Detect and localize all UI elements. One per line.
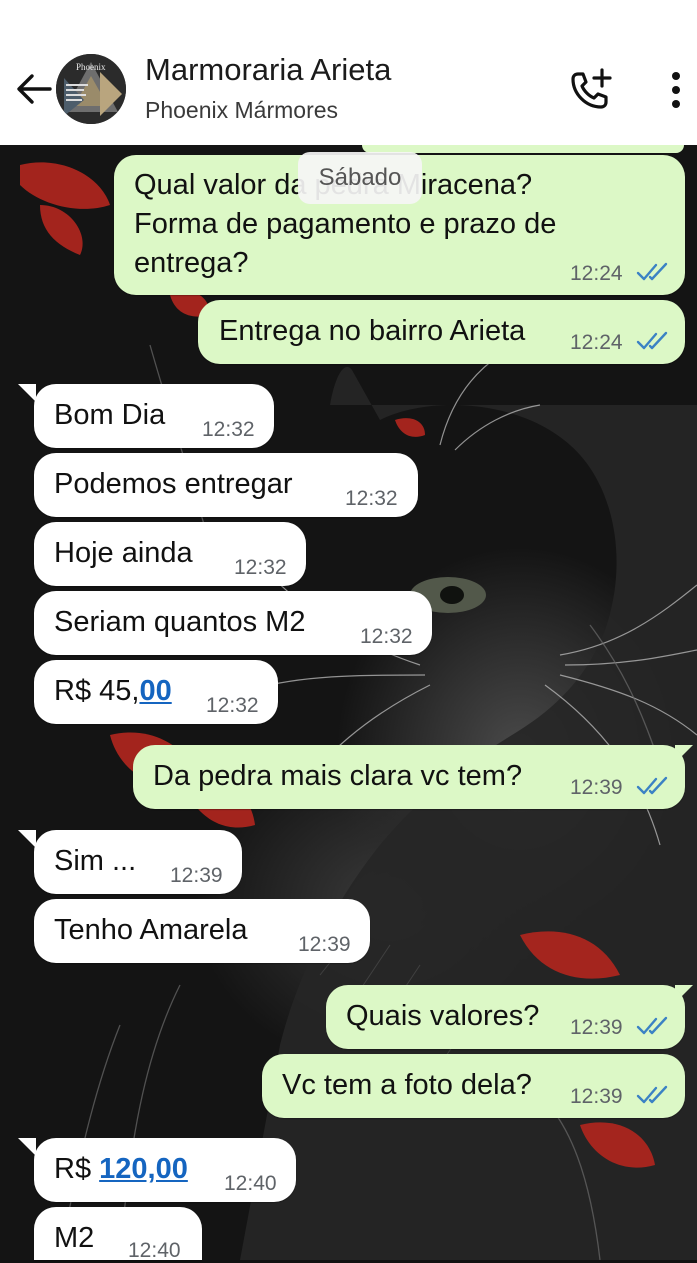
contact-subtitle[interactable]: Phoenix Mármores <box>145 97 338 124</box>
date-separator: Sábado <box>298 152 422 204</box>
chat-header: Phoenix Marmoraria Arieta Phoenix Mármor… <box>0 0 697 145</box>
message-text: Bom Dia <box>54 399 166 431</box>
message-text: R$ 120,00 <box>54 1150 188 1188</box>
phoenix-logo: Phoenix <box>56 54 126 124</box>
message-text: M2 <box>54 1222 95 1254</box>
message-time: 12:24 <box>570 331 623 354</box>
price-prefix: R$ <box>54 1153 100 1185</box>
bubble-tail <box>18 830 36 848</box>
message-text: Sim ... <box>54 845 137 877</box>
message-text: Hoje ainda <box>54 537 193 569</box>
message-time: 12:39 <box>170 864 223 887</box>
message-incoming[interactable]: Podemos entregar 12:32 <box>34 453 418 517</box>
message-incoming[interactable]: Bom Dia 12:32 <box>34 384 274 448</box>
message-time: 12:39 <box>298 933 351 956</box>
message-incoming[interactable]: R$ 120,00 12:40 <box>34 1138 296 1202</box>
more-vertical-icon <box>672 72 680 108</box>
message-outgoing[interactable]: Quais valores? 12:39 <box>326 985 685 1049</box>
message-text: Vc tem a foto dela? <box>282 1069 532 1101</box>
message-text: Podemos entregar <box>54 468 293 500</box>
message-time: 12:39 <box>570 776 623 799</box>
message-text: entrega? <box>134 247 249 279</box>
message-time: 12:32 <box>206 694 259 717</box>
price-prefix: R$ 45, <box>54 675 140 707</box>
message-incoming[interactable]: M2 12:40 <box>34 1207 202 1262</box>
message-time: 12:32 <box>234 556 287 579</box>
double-check-icon <box>636 262 668 281</box>
double-check-icon <box>636 776 668 795</box>
contact-avatar[interactable]: Phoenix <box>56 54 126 124</box>
message-time: 12:24 <box>570 262 623 285</box>
message-text: Seriam quantos M2 <box>54 606 306 638</box>
message-incoming[interactable]: Sim ... 12:39 <box>34 830 242 894</box>
bubble-tail <box>18 384 36 402</box>
message-outgoing[interactable]: Entrega no bairro Arieta 12:24 <box>198 300 685 364</box>
message-text: Tenho Amarela <box>54 914 248 946</box>
double-check-icon <box>636 331 668 350</box>
message-text: Quais valores? <box>346 1000 540 1032</box>
add-call-icon <box>571 68 612 109</box>
message-time: 12:40 <box>224 1172 277 1195</box>
message-time: 12:40 <box>128 1239 181 1262</box>
double-check-icon <box>636 1016 668 1035</box>
contact-name[interactable]: Marmoraria Arieta <box>145 52 391 88</box>
message-incoming[interactable]: Seriam quantos M2 12:32 <box>34 591 432 655</box>
message-outgoing[interactable]: Vc tem a foto dela? 12:39 <box>262 1054 685 1118</box>
back-button[interactable] <box>12 68 56 112</box>
message-text: Entrega no bairro Arieta <box>219 315 526 347</box>
message-incoming[interactable]: Hoje ainda 12:32 <box>34 522 306 586</box>
add-call-button[interactable] <box>566 66 614 114</box>
more-options-button[interactable] <box>658 66 694 114</box>
message-time: 12:32 <box>202 418 255 441</box>
arrow-left-icon <box>17 74 52 104</box>
message-text: Da pedra mais clara vc tem? <box>153 760 523 792</box>
message-incoming[interactable]: Tenho Amarela 12:39 <box>34 899 370 963</box>
avatar-label: Phoenix <box>76 62 106 72</box>
phone-link[interactable]: 120,00 <box>99 1153 188 1185</box>
phone-link[interactable]: 00 <box>139 675 171 707</box>
double-check-icon <box>636 1085 668 1104</box>
message-time: 12:39 <box>570 1016 623 1039</box>
message-time: 12:32 <box>345 487 398 510</box>
message-text: R$ 45,00 <box>54 672 172 710</box>
message-time: 12:39 <box>570 1085 623 1108</box>
bubble-tail <box>18 1138 36 1156</box>
message-incoming[interactable]: R$ 45,00 12:32 <box>34 660 278 724</box>
message-outgoing[interactable]: Da pedra mais clara vc tem? 12:39 <box>133 745 685 809</box>
message-time: 12:32 <box>360 625 413 648</box>
message-text: Forma de pagamento e prazo de <box>134 208 557 240</box>
